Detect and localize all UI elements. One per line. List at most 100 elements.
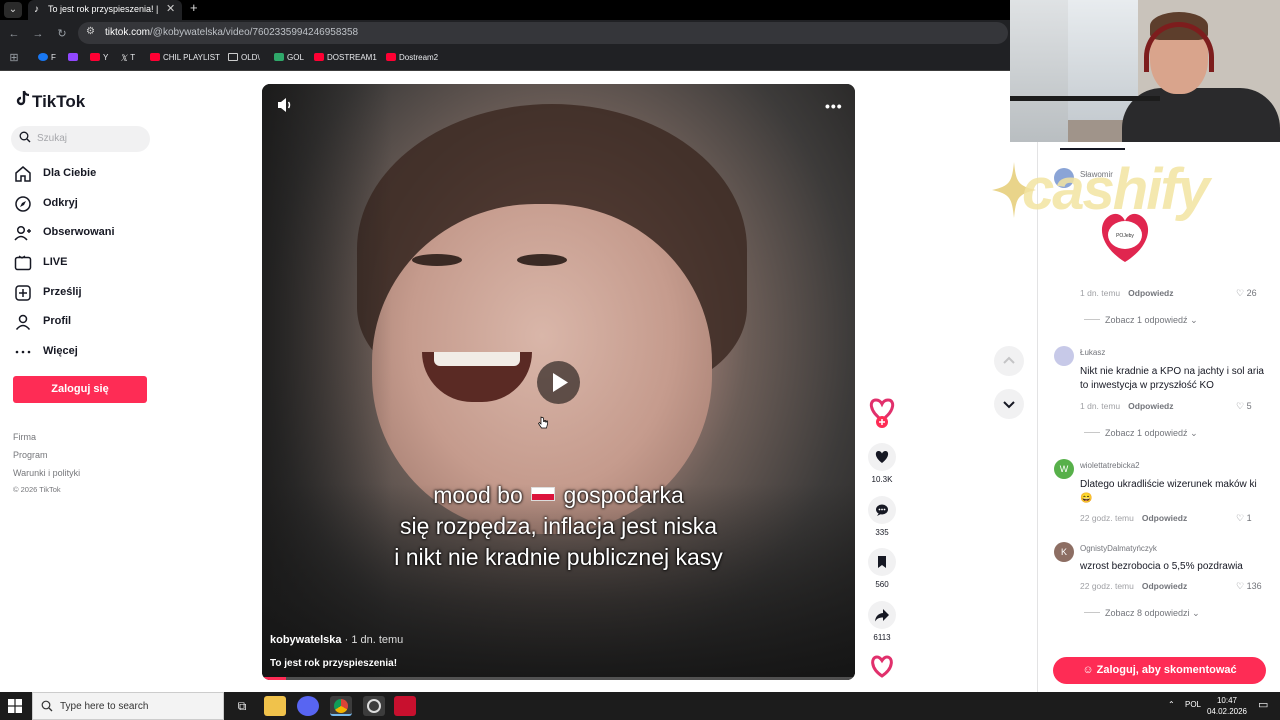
chrome-icon[interactable] (330, 696, 352, 716)
comment-avatar[interactable]: K (1054, 542, 1074, 562)
task-view-icon[interactable]: ⧉ (231, 696, 253, 716)
profile-icon (15, 314, 31, 330)
taskbar-search-input[interactable]: Type here to search (32, 692, 224, 720)
share-button[interactable] (868, 601, 896, 629)
app-red-icon[interactable] (394, 696, 416, 716)
sidebar-item-label: Obserwowani (43, 226, 115, 238)
bookmark-x[interactable]: 𝕏T (120, 53, 135, 63)
like-count: 10.3K (871, 475, 893, 484)
sidebar-item-profile[interactable]: Profil (14, 310, 174, 334)
play-button[interactable] (537, 361, 580, 404)
reply-link[interactable]: Odpowiedz (1128, 401, 1173, 411)
reload-icon[interactable]: ↻ (54, 26, 70, 42)
sidebar-item-following[interactable]: Obserwowani (14, 221, 174, 245)
view-replies-button[interactable]: Zobacz 1 odpowiedź ⌄ (1084, 315, 1198, 326)
heart-icon (875, 451, 889, 463)
previous-video-button[interactable] (994, 346, 1024, 376)
language-indicator[interactable]: POL (1185, 700, 1201, 709)
more-options-icon[interactable]: ••• (825, 98, 843, 114)
like-action[interactable]: 10.3K (867, 443, 897, 484)
back-arrow-icon[interactable]: ← (6, 26, 22, 42)
bookmark-facebook[interactable]: F (38, 53, 56, 62)
comment-like[interactable]: ♡ 5 (1236, 401, 1252, 412)
comment-like[interactable]: ♡ 26 (1236, 288, 1257, 299)
folder-icon (228, 53, 238, 61)
taskbar-clock[interactable]: 10:47 04.02.2026 (1200, 695, 1254, 717)
view-replies-button[interactable]: Zobacz 8 odpowiedzi ⌄ (1084, 608, 1200, 619)
hand-cursor-icon (538, 416, 548, 429)
file-explorer-icon[interactable] (264, 696, 286, 716)
webcam-window (1010, 0, 1068, 142)
sidebar-item-more[interactable]: Więcej (14, 340, 174, 364)
login-button[interactable]: Zaloguj się (13, 376, 147, 403)
sidebar-item-live[interactable]: LIVE (14, 251, 174, 275)
volume-icon[interactable] (276, 97, 294, 113)
video-progress-bar[interactable] (262, 677, 855, 680)
new-tab-button[interactable]: + (190, 0, 198, 15)
comment-like[interactable]: ♡ 136 (1236, 581, 1262, 592)
comment-button[interactable] (868, 496, 896, 524)
reply-link[interactable]: Odpowiedz (1142, 581, 1187, 591)
tab-search-menu-button[interactable]: ⌄ (4, 2, 22, 18)
comment-username[interactable]: OgnistyDalmatyńczyk (1080, 544, 1157, 553)
heart-badge-text: POJeby (1116, 233, 1134, 239)
tray-expand-icon[interactable]: ⌃ (1168, 700, 1175, 709)
comment-avatar[interactable]: W (1054, 459, 1074, 479)
video-author[interactable]: kobywatelska · 1 dn. temu (270, 634, 403, 646)
save-action[interactable]: 560 (867, 548, 897, 589)
video-frame-eye (517, 254, 567, 266)
footer-link-program[interactable]: Program (13, 450, 48, 460)
browser-tab-active[interactable]: ♪ To jest rok przyspieszenia! | TikTok ✕ (28, 0, 182, 20)
comment-action[interactable]: 335 (867, 496, 897, 537)
comment-avatar[interactable] (1054, 346, 1074, 366)
address-url[interactable]: tiktok.com/@kobywatelska/video/760233599… (105, 27, 358, 38)
bookmark-chill-playlist[interactable]: CHIL PLAYLIST (150, 53, 220, 62)
tiktok-logo[interactable]: TikTok (16, 90, 85, 112)
bookmark-gol[interactable]: GOL (274, 53, 304, 62)
bookmark-youtube[interactable]: Y (90, 53, 108, 62)
windows-start-icon[interactable] (8, 699, 22, 713)
footer-link-terms[interactable]: Warunki i polityki (13, 468, 80, 478)
forward-arrow-icon[interactable]: → (30, 26, 46, 42)
share-action[interactable]: 6113 (867, 601, 897, 642)
author-avatar-follow-button[interactable] (867, 394, 897, 430)
bookmark-folder-old[interactable]: OLD\ (228, 53, 260, 62)
bookmark-dostream2[interactable]: Dostream2 (386, 53, 438, 62)
comment-text: Nikt nie kradnie a KPO na jachty i sol a… (1080, 366, 1264, 391)
bookmark-dostream1[interactable]: DOSTREAM1 (314, 53, 377, 62)
taskbar-search-placeholder: Type here to search (60, 701, 149, 712)
twitch-icon (68, 53, 78, 61)
video-frame-eye (412, 254, 462, 266)
comment-like[interactable]: ♡ 1 (1236, 513, 1252, 524)
obs-icon[interactable] (363, 696, 385, 716)
compass-icon (15, 196, 31, 212)
login-to-comment-button[interactable]: ☺ Zaloguj, aby skomentować (1053, 657, 1266, 684)
notifications-icon[interactable]: ▭ (1258, 698, 1268, 711)
sidebar-item-label: Więcej (43, 345, 78, 357)
sidebar-item-for-you[interactable]: Dla Ciebie (14, 162, 174, 186)
apps-grid-icon[interactable]: ⊞ (6, 50, 22, 66)
windows-taskbar: Type here to search ⧉ ⌃ POL 10:47 04.02.… (0, 692, 1280, 720)
reply-link[interactable]: Odpowiedz (1128, 288, 1173, 298)
search-input[interactable]: Szukaj (11, 126, 150, 152)
save-button[interactable] (868, 548, 896, 576)
sidebar-item-upload[interactable]: Prześlij (14, 281, 174, 305)
comment-username[interactable]: Łukasz (1080, 348, 1105, 357)
discord-icon[interactable] (297, 696, 319, 716)
overlay-heart-icon (871, 655, 893, 678)
sidebar-item-explore[interactable]: Odkryj (14, 192, 174, 216)
like-button[interactable] (868, 443, 896, 471)
next-video-button[interactable] (994, 389, 1024, 419)
view-replies-button[interactable]: Zobacz 1 odpowiedź ⌄ (1084, 428, 1198, 439)
comments-tab-indicator (1060, 148, 1125, 150)
footer-link-company[interactable]: Firma (13, 432, 36, 442)
comment-username[interactable]: wiolettatrebicka2 (1080, 461, 1140, 470)
tab-close-icon[interactable]: ✕ (166, 2, 175, 15)
bookmark-twitch[interactable] (68, 53, 81, 62)
video-player[interactable]: ••• mood bo gospodarka się rozpędza, inf… (262, 84, 855, 680)
address-bar[interactable]: ⚙ tiktok.com/@kobywatelska/video/7602335… (78, 22, 1008, 44)
site-info-icon[interactable]: ⚙ (86, 26, 95, 37)
gol-icon (274, 53, 284, 61)
comment-count: 335 (875, 528, 889, 537)
reply-link[interactable]: Odpowiedz (1142, 513, 1187, 523)
